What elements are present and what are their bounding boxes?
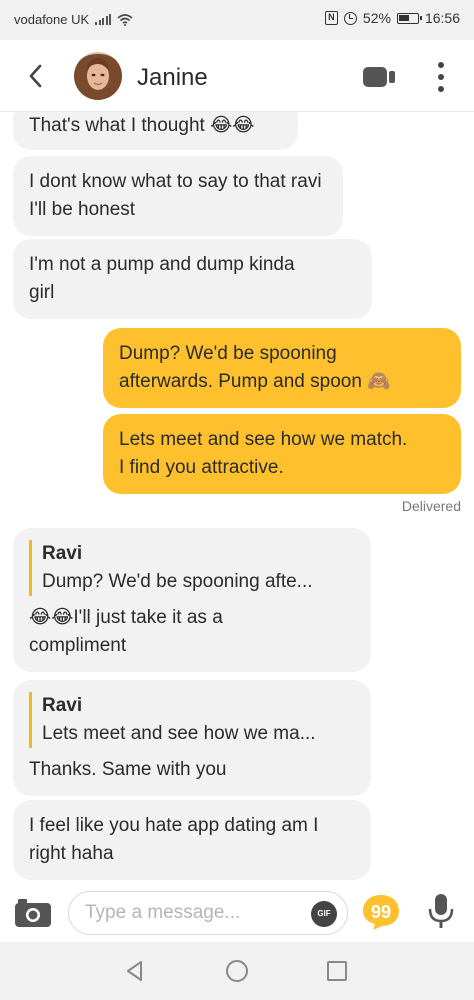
clock: 16:56 [424, 10, 460, 26]
quoted-reply[interactable]: Ravi Lets meet and see how we ma... [29, 692, 355, 748]
delivered-status: Delivered [401, 498, 461, 514]
message-line: compliment [29, 635, 127, 656]
composer-bar: GIF 99 [0, 882, 474, 942]
status-bar: vodafone UK N 52% 16:56 [0, 0, 474, 40]
message-text: That's what I thought [29, 115, 205, 136]
message-line: afterwards. Pump and spoon [119, 371, 362, 392]
battery-percent: 52% [362, 10, 391, 26]
reply-author: Ravi [42, 695, 83, 716]
wifi-icon [117, 13, 133, 26]
see-no-evil-monkey-emoji-icon: 🙈 [367, 371, 391, 392]
alarm-icon [343, 11, 357, 25]
status-right: N 52% 16:56 [324, 10, 460, 26]
quote-icon[interactable]: 99 [361, 893, 401, 931]
message-line: Thanks. Same with you [29, 759, 227, 780]
message-line: I find you attractive. [119, 457, 284, 478]
back-icon[interactable] [24, 62, 48, 90]
message-line: Lets meet and see how we match. [119, 429, 408, 450]
message-line: I'll be honest [29, 199, 136, 220]
battery-icon [396, 12, 422, 24]
video-call-icon[interactable] [362, 66, 396, 88]
message-incoming[interactable]: I dont know what to say to that ravi I'l… [13, 156, 343, 236]
status-left: vodafone UK [14, 12, 133, 27]
message-incoming-reply[interactable]: Ravi Lets meet and see how we ma... Than… [13, 680, 371, 796]
message-line: I'll just take it as a [73, 607, 223, 628]
laughing-emoji-icon: 😂😂 [29, 607, 74, 628]
signal-icon [95, 14, 112, 25]
nfc-icon: N [324, 11, 338, 25]
reply-snippet: Lets meet and see how we ma... [42, 723, 316, 744]
svg-text:99: 99 [371, 902, 391, 922]
nav-back-icon[interactable] [124, 960, 146, 982]
message-incoming[interactable]: I'm not a pump and dump kinda girl [13, 239, 372, 319]
message-line: I'm not a pump and dump kinda [29, 254, 295, 275]
avatar[interactable] [74, 52, 122, 100]
message-line: right haha [29, 843, 114, 864]
nav-recents-icon[interactable] [327, 961, 347, 981]
laughing-emoji-icon: 😂😂 [210, 115, 255, 136]
carrier-label: vodafone UK [14, 12, 90, 27]
message-input-wrapper[interactable]: GIF [68, 891, 348, 935]
camera-icon[interactable] [14, 896, 52, 928]
chat-header: Janine [0, 40, 474, 112]
message-line: Dump? We'd be spooning [119, 343, 337, 364]
message-line: I feel like you hate app dating am I [29, 815, 319, 836]
message-incoming[interactable]: That's what I thought 😂😂 [13, 112, 298, 150]
reply-author: Ravi [42, 543, 83, 564]
message-line: girl [29, 282, 55, 303]
contact-name[interactable]: Janine [137, 64, 208, 92]
nav-home-icon[interactable] [226, 960, 248, 982]
message-outgoing[interactable]: Dump? We'd be spooning afterwards. Pump … [103, 328, 461, 408]
reply-snippet: Dump? We'd be spooning afte... [42, 571, 313, 592]
system-nav-bar [0, 942, 474, 1000]
microphone-icon[interactable] [426, 892, 456, 930]
gif-icon[interactable]: GIF [311, 901, 337, 927]
message-list[interactable]: That's what I thought 😂😂 I dont know wha… [0, 112, 474, 882]
message-input[interactable] [85, 902, 285, 924]
message-incoming-reply[interactable]: Ravi Dump? We'd be spooning afte... 😂😂I'… [13, 528, 371, 672]
message-outgoing[interactable]: Lets meet and see how we match. I find y… [103, 414, 461, 494]
more-icon[interactable] [436, 62, 446, 92]
message-line: I dont know what to say to that ravi [29, 171, 322, 192]
quoted-reply[interactable]: Ravi Dump? We'd be spooning afte... [29, 540, 355, 596]
message-incoming[interactable]: I feel like you hate app dating am I rig… [13, 800, 371, 880]
